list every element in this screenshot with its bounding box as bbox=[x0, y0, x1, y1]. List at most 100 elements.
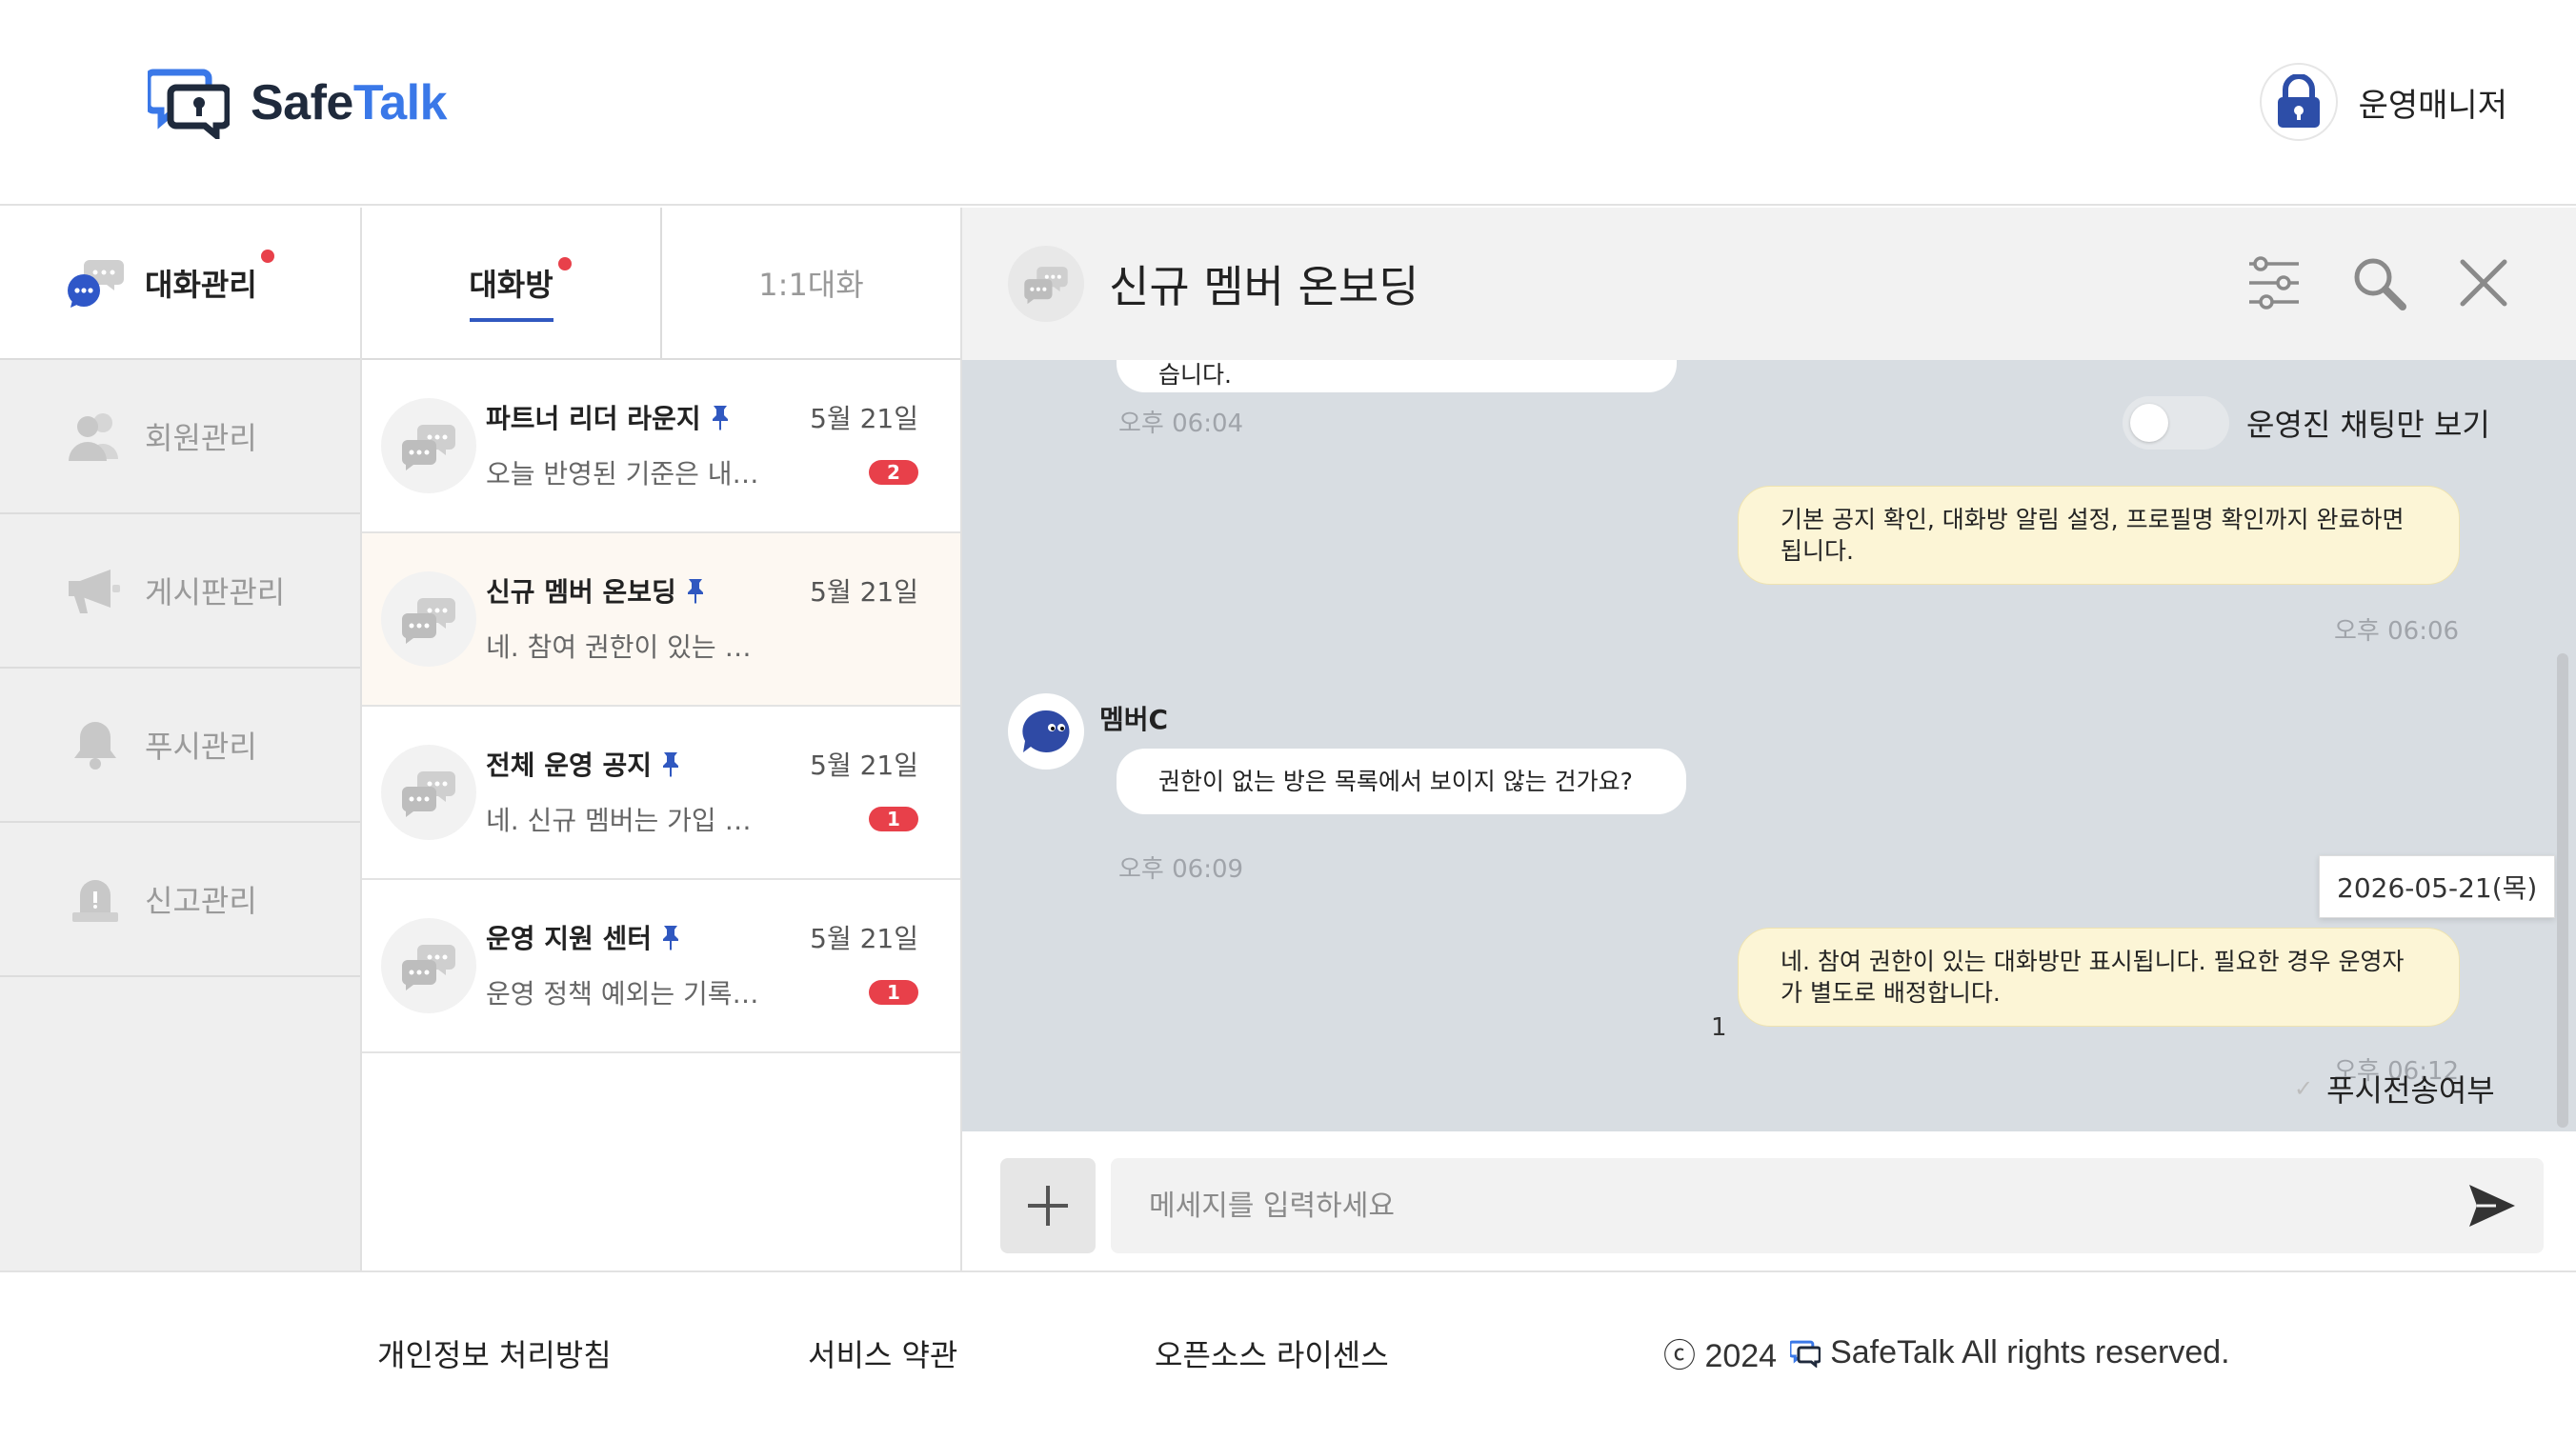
message-time: 오후 06:06 bbox=[2334, 617, 2460, 646]
safetalk-logo-icon bbox=[148, 69, 230, 139]
sidebar-item-member-management[interactable]: 회원관리 bbox=[0, 360, 360, 514]
room-avatar bbox=[381, 398, 476, 493]
message-bubble-outgoing: 기본 공지 확인, 대화방 알림 설정, 프로필명 확인까지 완료하면 됩니다. bbox=[1738, 486, 2460, 585]
check-icon: ✓ bbox=[2294, 1075, 2314, 1102]
safetalk-logo-icon bbox=[1790, 1340, 1821, 1368]
notification-dot bbox=[261, 250, 274, 263]
date-tooltip: 2026-05-21(목) bbox=[2319, 855, 2556, 918]
tab-label: 1:1대화 bbox=[758, 267, 864, 303]
unread-count: 1 bbox=[1711, 1013, 1727, 1042]
room-last-message: 운영 정책 예외는 기록… bbox=[486, 978, 759, 1010]
sidebar-item-label: 회원관리 bbox=[145, 420, 257, 456]
admin-name: 운영매니저 bbox=[2358, 86, 2507, 125]
room-list-item[interactable]: 전체 운영 공지 5월 21일 네. 신규 멤버는 가입 … 1 bbox=[362, 707, 960, 880]
room-tabs: 대화방 1:1대화 bbox=[362, 208, 1178, 360]
search-icon bbox=[2354, 258, 2406, 310]
users-icon bbox=[65, 410, 126, 463]
room-name: 전체 운영 공지 bbox=[486, 745, 680, 783]
copyright-year: ⓒ 2024 bbox=[1663, 1338, 1778, 1374]
message-bubble-outgoing: 네. 참여 권한이 있는 대화방만 표시됩니다. 필요한 경우 운영자가 별도로… bbox=[1738, 928, 2460, 1027]
chat-bubbles-icon bbox=[1024, 267, 1068, 305]
room-date: 5월 21일 bbox=[810, 923, 918, 954]
sidebar-item-chat-management[interactable]: 대화관리 bbox=[0, 208, 360, 360]
sidebar-nav: 대화관리 회원관리 게시판관리 푸시관리 신고관리 bbox=[0, 208, 362, 1270]
close-chat-button[interactable] bbox=[2450, 250, 2517, 316]
push-sent-label: 푸시전송여부 bbox=[2326, 1072, 2495, 1109]
room-date: 5월 21일 bbox=[810, 576, 918, 608]
room-avatar bbox=[381, 918, 476, 1013]
message-bubble-incoming: 기본 공지 확인은 대화방 상단에서 확인할 수 있습니다. bbox=[1117, 360, 1677, 392]
tab-label: 대화방 bbox=[469, 267, 553, 303]
room-avatar bbox=[1008, 246, 1084, 322]
toggle-switch[interactable] bbox=[2123, 396, 2229, 450]
room-list-panel: 대화방 1:1대화 파트너 리더 라운지 5월 21일 오늘 반영된 기준은 내… bbox=[362, 208, 1178, 1270]
pin-icon bbox=[687, 579, 703, 604]
app-header: SafeTalk 운영매니저 bbox=[0, 0, 2576, 206]
unread-badge: 2 bbox=[869, 460, 918, 485]
unread-badge: 1 bbox=[869, 807, 918, 831]
plus-icon bbox=[1028, 1186, 1068, 1226]
chat-toolbar bbox=[2203, 250, 2517, 316]
safetalk-logo[interactable]: SafeTalk bbox=[148, 67, 448, 139]
room-info: 신규 멤버 온보딩 5월 21일 네. 참여 권한이 있는 … bbox=[486, 571, 918, 665]
room-list-item[interactable]: 운영 지원 센터 5월 21일 운영 정책 예외는 기록… 1 bbox=[362, 880, 960, 1053]
pin-icon bbox=[663, 926, 679, 950]
active-tab-indicator bbox=[469, 318, 553, 322]
chat-bubbles-icon bbox=[65, 256, 126, 310]
terms-of-service-link[interactable]: 서비스 약관 bbox=[808, 1331, 957, 1375]
sidebar-item-label: 대화관리 bbox=[145, 267, 257, 303]
sidebar-item-board-management[interactable]: 게시판관리 bbox=[0, 514, 360, 669]
member-avatar[interactable] bbox=[1008, 693, 1084, 770]
room-name: 파트너 리더 라운지 bbox=[486, 398, 730, 436]
chat-room-title: 신규 멤버 온보딩 bbox=[1109, 261, 1419, 312]
copyright-text: SafeTalk All rights reserved. bbox=[1830, 1334, 2230, 1370]
admin-profile[interactable]: 운영매니저 bbox=[2259, 63, 2507, 141]
chat-header: 신규 멤버 온보딩 bbox=[962, 208, 2576, 360]
pin-icon bbox=[663, 752, 679, 777]
room-date: 5월 21일 bbox=[810, 403, 918, 434]
privacy-policy-link[interactable]: 개인정보 처리방침 bbox=[377, 1331, 612, 1375]
message-time: 오후 06:04 bbox=[1118, 410, 1244, 438]
logo-safe-text: Safe bbox=[251, 75, 353, 130]
unread-badge: 1 bbox=[869, 980, 918, 1005]
message-time: 오후 06:09 bbox=[1118, 855, 1244, 884]
chat-bubbles-icon bbox=[401, 598, 455, 644]
sidebar-item-push-management[interactable]: 푸시관리 bbox=[0, 669, 360, 823]
room-info: 파트너 리더 라운지 5월 21일 오늘 반영된 기준은 내… 2 bbox=[486, 398, 918, 491]
open-source-license-link[interactable]: 오픈소스 라이센스 bbox=[1155, 1331, 1389, 1375]
chat-panel: 신규 멤버 온보딩 습니다. 오후 06:04 운영진 채팅만 보기 기본 공지… bbox=[962, 208, 2576, 1270]
sidebar-item-label: 게시판관리 bbox=[145, 574, 286, 610]
room-info: 운영 지원 센터 5월 21일 운영 정책 예외는 기록… 1 bbox=[486, 918, 918, 1011]
message-list[interactable]: 기본 공지 확인은 대화방 상단에서 확인할 수 있습니다. 오후 06:04 … bbox=[962, 360, 2576, 1131]
megaphone-icon bbox=[65, 564, 126, 617]
attach-button[interactable] bbox=[1000, 1158, 1096, 1253]
chat-bubbles-icon bbox=[401, 771, 455, 817]
message-scrollbar[interactable] bbox=[2557, 653, 2568, 1128]
tab-group-rooms[interactable]: 대화방 bbox=[362, 208, 660, 358]
copyright-notice: ⓒ 2024 SafeTalk All rights reserved. bbox=[1663, 1330, 2230, 1376]
sidebar-item-label: 신고관리 bbox=[145, 883, 257, 919]
pin-icon bbox=[712, 406, 728, 430]
room-name: 신규 멤버 온보딩 bbox=[486, 571, 705, 610]
room-list-item[interactable]: 파트너 리더 라운지 5월 21일 오늘 반영된 기준은 내… 2 bbox=[362, 360, 960, 533]
sidebar-item-label: 푸시관리 bbox=[145, 729, 257, 765]
room-info: 전체 운영 공지 5월 21일 네. 신규 멤버는 가입 … 1 bbox=[486, 745, 918, 838]
room-last-message: 네. 참여 권한이 있는 … bbox=[486, 631, 752, 663]
send-icon bbox=[2469, 1185, 2515, 1227]
room-date: 5월 21일 bbox=[810, 750, 918, 781]
bell-icon bbox=[65, 718, 126, 771]
room-avatar bbox=[381, 745, 476, 840]
sidebar-item-report-management[interactable]: 신고관리 bbox=[0, 823, 360, 977]
filter-settings-button[interactable] bbox=[2241, 250, 2307, 316]
message-input[interactable] bbox=[1111, 1158, 2544, 1253]
close-icon bbox=[2460, 259, 2507, 307]
search-button[interactable] bbox=[2345, 250, 2412, 316]
notification-dot bbox=[558, 257, 572, 270]
staff-only-toggle[interactable]: 운영진 채팅만 보기 bbox=[2123, 396, 2490, 450]
chat-bubble-face-icon bbox=[1022, 710, 1070, 752]
member-name: 멤버C bbox=[1099, 704, 1169, 735]
send-button[interactable] bbox=[2464, 1179, 2521, 1232]
room-list-item-selected[interactable]: 신규 멤버 온보딩 5월 21일 네. 참여 권한이 있는 … bbox=[362, 533, 960, 707]
tab-direct-chat[interactable]: 1:1대화 bbox=[660, 208, 1178, 358]
chat-bubbles-icon bbox=[401, 425, 455, 470]
